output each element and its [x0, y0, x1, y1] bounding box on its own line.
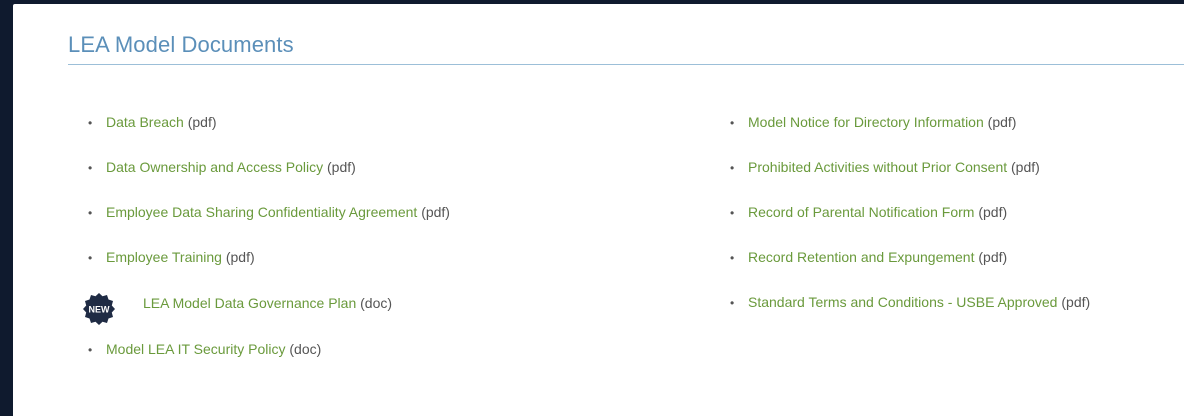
bullet-icon: • [88, 343, 93, 357]
list-item: • Employee Data Sharing Confidentiality A… [88, 203, 450, 222]
doc-type: (doc) [289, 341, 322, 357]
doc-link-employee-data-sharing[interactable]: Employee Data Sharing Confidentiality Ag… [106, 204, 417, 220]
doc-type: (pdf) [978, 204, 1008, 220]
bullet-icon: • [88, 206, 93, 220]
list-item-new: NEW LEA Model Data Governance Plan (doc) [83, 293, 448, 328]
doc-type: (pdf) [1061, 294, 1091, 310]
section-title: LEA Model Documents [68, 32, 294, 57]
bullet-icon: • [88, 116, 93, 130]
doc-link-record-retention[interactable]: Record Retention and Expungement [748, 249, 974, 265]
bullet-icon: • [88, 251, 93, 265]
doc-link-prohibited-activities[interactable]: Prohibited Activities without Prior Cons… [748, 159, 1007, 175]
doc-link-employee-training[interactable]: Employee Training [106, 249, 222, 265]
list-item: • Data Breach (pdf) [88, 113, 217, 132]
list-item: • Standard Terms and Conditions - USBE Ap… [730, 293, 1090, 312]
doc-link-data-ownership[interactable]: Data Ownership and Access Policy [106, 159, 323, 175]
bullet-icon: • [730, 296, 735, 310]
doc-link-standard-terms[interactable]: Standard Terms and Conditions - USBE App… [748, 294, 1057, 310]
title-divider [68, 64, 1184, 65]
list-item: • Employee Training (pdf) [88, 248, 255, 267]
doc-type: (pdf) [1011, 159, 1040, 175]
doc-type: (pdf) [187, 114, 217, 130]
doc-type: (doc) [360, 295, 393, 311]
list-item: • Model LEA IT Security Policy (doc) [88, 340, 321, 359]
doc-type: (pdf) [978, 249, 1008, 265]
list-item: • Prohibited Activities without Prior Con… [730, 158, 1040, 177]
doc-type: (pdf) [327, 159, 356, 175]
bullet-icon: • [88, 161, 93, 175]
bullet-icon: • [730, 206, 735, 220]
doc-type: (pdf) [987, 114, 1017, 130]
doc-link-data-governance-plan[interactable]: LEA Model Data Governance Plan [143, 295, 356, 311]
doc-link-parental-notification[interactable]: Record of Parental Notification Form [748, 204, 974, 220]
new-badge-icon: NEW [83, 293, 115, 325]
bullet-icon: • [730, 116, 735, 130]
content-panel: LEA Model Documents • Data Breach (pdf) •… [13, 4, 1184, 416]
bullet-icon: • [730, 161, 735, 175]
doc-link-it-security-policy[interactable]: Model LEA IT Security Policy [106, 341, 285, 357]
doc-type: (pdf) [225, 249, 255, 265]
new-item-text: LEA Model Data Governance Plan (doc) [143, 294, 392, 312]
bullet-icon: • [730, 251, 735, 265]
list-item: • Record of Parental Notification Form (p… [730, 203, 1007, 222]
list-item: • Data Ownership and Access Policy (pdf) [88, 158, 356, 177]
doc-link-data-breach[interactable]: Data Breach [106, 114, 184, 130]
list-item: • Record Retention and Expungement (pdf) [730, 248, 1007, 267]
new-badge-label: NEW [89, 305, 111, 315]
doc-type: (pdf) [421, 204, 450, 220]
doc-link-directory-information[interactable]: Model Notice for Directory Information [748, 114, 984, 130]
list-item: • Model Notice for Directory Information … [730, 113, 1016, 132]
